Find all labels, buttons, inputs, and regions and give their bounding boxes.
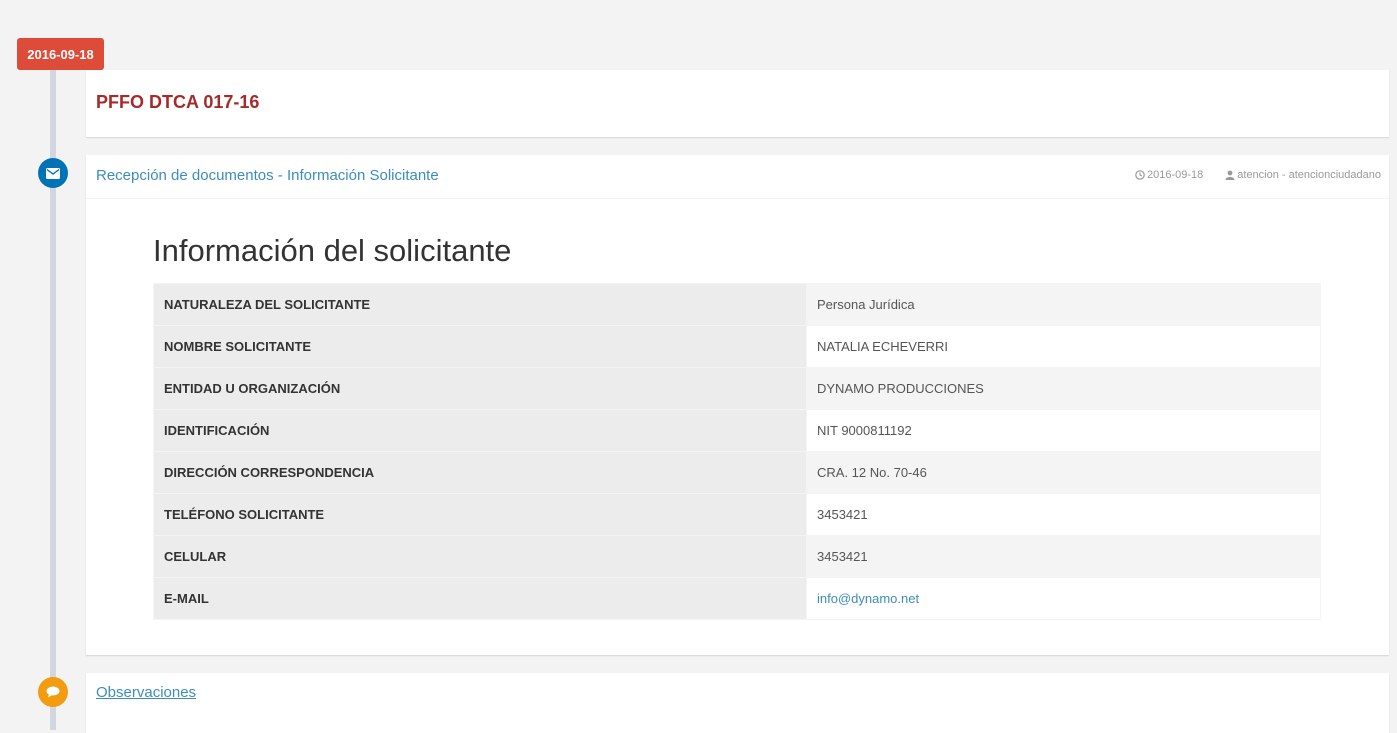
row-value: info@dynamo.net <box>806 577 1321 620</box>
row-label: IDENTIFICACIÓN <box>153 409 807 452</box>
table-row: NOMBRE SOLICITANTE NATALIA ECHEVERRI <box>153 325 1321 368</box>
envelope-icon-glyph <box>46 167 60 179</box>
event-title-link[interactable]: Recepción de documentos - Información So… <box>96 167 439 184</box>
row-value: 3453421 <box>806 493 1321 536</box>
table-row: IDENTIFICACIÓN NIT 9000811192 <box>153 409 1321 452</box>
row-label: DIRECCIÓN CORRESPONDENCIA <box>153 451 807 494</box>
table-row: DIRECCIÓN CORRESPONDENCIA CRA. 12 No. 70… <box>153 451 1321 494</box>
email-link[interactable]: info@dynamo.net <box>817 591 919 606</box>
section-title: Información del solicitante <box>153 233 512 268</box>
comments-icon-glyph <box>46 686 60 698</box>
user-icon <box>1225 170 1235 180</box>
row-label: NOMBRE SOLICITANTE <box>153 325 807 368</box>
comments-icon <box>38 677 68 707</box>
timeline-line <box>50 40 56 730</box>
event-meta: 2016-09-18 atencion - atencionciudadano <box>1135 169 1381 181</box>
timeline-date-label: 2016-09-18 <box>17 38 104 70</box>
row-value: NATALIA ECHEVERRI <box>806 325 1321 368</box>
row-label: NATURALEZA DEL SOLICITANTE <box>153 283 807 326</box>
row-value: Persona Jurídica <box>806 283 1321 326</box>
row-value: DYNAMO PRODUCCIONES <box>806 367 1321 410</box>
table-row: ENTIDAD U ORGANIZACIÓN DYNAMO PRODUCCION… <box>153 367 1321 410</box>
table-row: TELÉFONO SOLICITANTE 3453421 <box>153 493 1321 536</box>
envelope-icon <box>38 158 68 188</box>
applicant-info-table: NATURALEZA DEL SOLICITANTE Persona Juríd… <box>153 283 1321 620</box>
row-value: 3453421 <box>806 535 1321 578</box>
row-label: CELULAR <box>153 535 807 578</box>
event-date-text: 2016-09-18 <box>1146 169 1204 181</box>
table-row: NATURALEZA DEL SOLICITANTE Persona Juríd… <box>153 283 1321 326</box>
case-card: PFFO DTCA 017-16 <box>86 70 1389 137</box>
event-user-text: atencion - atencionciudadano <box>1237 169 1381 181</box>
table-row: CELULAR 3453421 <box>153 535 1321 578</box>
case-title: PFFO DTCA 017-16 <box>96 92 260 112</box>
event-user: atencion - atencionciudadano <box>1225 169 1381 181</box>
observations-title-link[interactable]: Observaciones <box>96 684 196 701</box>
observations-card: Observaciones <box>86 673 1389 733</box>
table-row: E-MAIL info@dynamo.net <box>153 577 1321 620</box>
event-header: Recepción de documentos - Información So… <box>86 155 1389 199</box>
row-label: ENTIDAD U ORGANIZACIÓN <box>153 367 807 410</box>
event-card: Recepción de documentos - Información So… <box>86 155 1389 655</box>
clock-icon <box>1135 170 1145 180</box>
row-value: CRA. 12 No. 70-46 <box>806 451 1321 494</box>
row-label: E-MAIL <box>153 577 807 620</box>
event-date: 2016-09-18 <box>1135 169 1203 181</box>
row-value: NIT 9000811192 <box>806 409 1321 452</box>
row-label: TELÉFONO SOLICITANTE <box>153 493 807 536</box>
